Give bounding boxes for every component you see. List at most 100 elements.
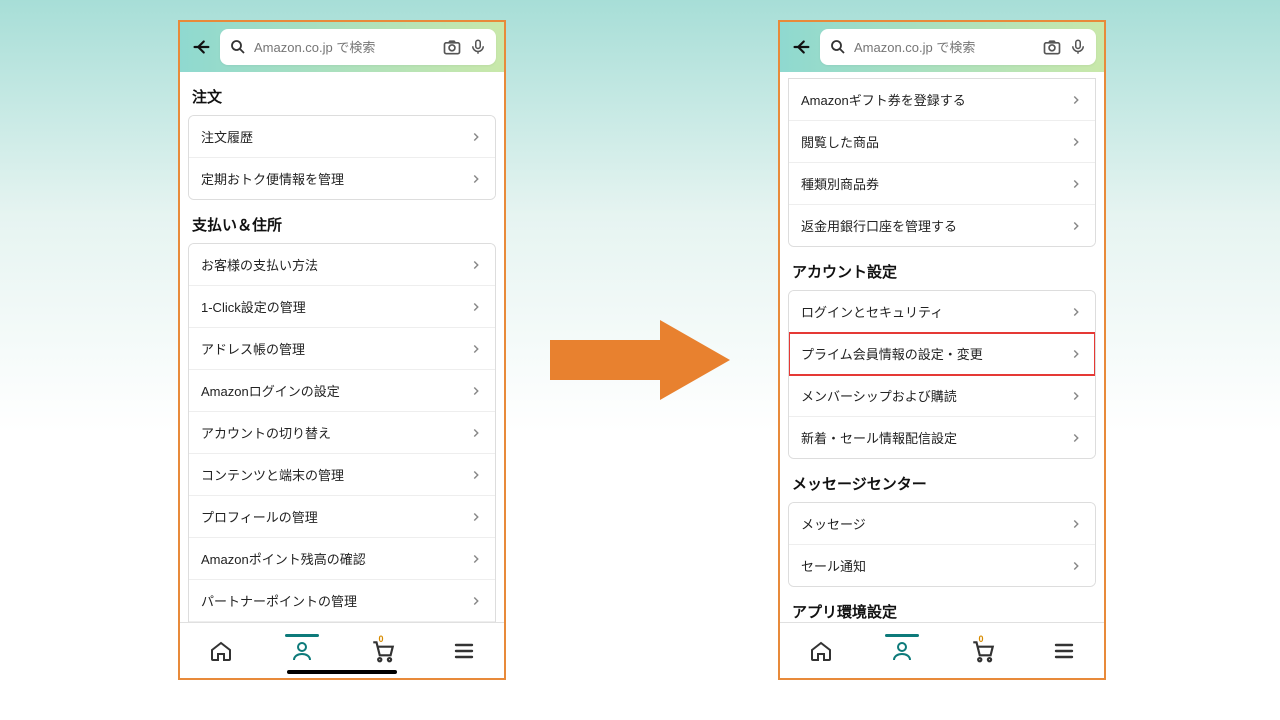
search-field[interactable] <box>820 29 1096 65</box>
home-indicator <box>287 670 397 674</box>
list-item-label: ログインとセキュリティ <box>801 302 943 321</box>
flow-arrow <box>550 320 730 400</box>
list-item-label: パートナーポイントの管理 <box>201 591 357 610</box>
list-item[interactable]: Amazonギフト券を登録する <box>789 79 1095 121</box>
bottom-nav: 0 <box>780 622 1104 678</box>
list-item[interactable]: 閲覧した商品 <box>789 121 1095 163</box>
cart-badge: 0 <box>379 634 384 644</box>
list-item[interactable]: メンバーシップおよび購読 <box>789 375 1095 417</box>
nav-menu[interactable] <box>449 636 479 666</box>
list-item-label: コンテンツと端末の管理 <box>201 465 344 484</box>
section-title: 支払い＆住所 <box>188 200 496 243</box>
chevron-right-icon <box>1069 389 1083 403</box>
chevron-right-icon <box>469 258 483 272</box>
nav-cart[interactable]: 0 <box>368 636 398 666</box>
mic-icon[interactable] <box>1068 37 1088 57</box>
list-group: メッセージセール通知 <box>788 502 1096 587</box>
chevron-right-icon <box>1069 135 1083 149</box>
search-input[interactable] <box>254 40 436 55</box>
mic-icon[interactable] <box>468 37 488 57</box>
list-item-label: お客様の支払い方法 <box>201 255 318 274</box>
list-group: Amazonギフト券を登録する閲覧した商品種類別商品券返金用銀行口座を管理する <box>788 78 1096 247</box>
phone-screen-left: 注文注文履歴定期おトク便情報を管理支払い＆住所お客様の支払い方法 1-Click設… <box>178 20 506 680</box>
list-item-label: Amazonギフト券を登録する <box>801 90 966 109</box>
chevron-right-icon <box>469 384 483 398</box>
chevron-right-icon <box>1069 431 1083 445</box>
arrow-left-icon <box>190 36 212 58</box>
content-scroll[interactable]: 注文注文履歴定期おトク便情報を管理支払い＆住所お客様の支払い方法 1-Click設… <box>180 72 504 622</box>
camera-icon[interactable] <box>1042 37 1062 57</box>
list-item-label: アドレス帳の管理 <box>201 339 305 358</box>
search-field[interactable] <box>220 29 496 65</box>
list-item-label: メンバーシップおよび購読 <box>801 386 957 405</box>
nav-account[interactable] <box>287 636 317 666</box>
list-item-label: 返金用銀行口座を管理する <box>801 216 957 235</box>
chevron-right-icon <box>469 510 483 524</box>
list-item-label: プロフィールの管理 <box>201 507 318 526</box>
list-item[interactable]: メッセージ <box>789 503 1095 545</box>
list-item-label: メッセージ <box>801 514 866 533</box>
search-icon <box>228 37 248 57</box>
chevron-right-icon <box>469 300 483 314</box>
list-item-label: Amazonポイント残高の確認 <box>201 549 366 568</box>
list-item-label: セール通知 <box>801 556 866 575</box>
list-item[interactable]: ログインとセキュリティ <box>789 291 1095 333</box>
list-group: 注文履歴定期おトク便情報を管理 <box>188 115 496 200</box>
list-item[interactable]: 定期おトク便情報を管理 <box>189 158 495 199</box>
list-item[interactable]: 新着・セール情報配信設定 <box>789 417 1095 458</box>
section-title: アプリ環境設定 <box>788 587 1096 622</box>
list-item[interactable]: コンテンツと端末の管理 <box>189 454 495 496</box>
list-item[interactable]: 返金用銀行口座を管理する <box>789 205 1095 246</box>
list-item[interactable]: プライム会員情報の設定・変更 <box>789 333 1095 375</box>
list-item[interactable]: セール通知 <box>789 545 1095 586</box>
chevron-right-icon <box>1069 559 1083 573</box>
arrow-left-icon <box>790 36 812 58</box>
list-item-label: プライム会員情報の設定・変更 <box>801 344 983 363</box>
nav-home[interactable] <box>206 636 236 666</box>
phone-screen-right: Amazonギフト券を登録する閲覧した商品種類別商品券返金用銀行口座を管理するア… <box>778 20 1106 680</box>
chevron-right-icon <box>1069 177 1083 191</box>
list-item[interactable]: 種類別商品券 <box>789 163 1095 205</box>
nav-cart[interactable]: 0 <box>968 636 998 666</box>
list-item-label: 1-Click設定の管理 <box>201 297 306 316</box>
list-item-label: 注文履歴 <box>201 127 253 146</box>
content-scroll[interactable]: Amazonギフト券を登録する閲覧した商品種類別商品券返金用銀行口座を管理するア… <box>780 72 1104 622</box>
list-item-label: 種類別商品券 <box>801 174 879 193</box>
list-item-label: 定期おトク便情報を管理 <box>201 169 344 188</box>
search-icon <box>828 37 848 57</box>
list-group: ログインとセキュリティプライム会員情報の設定・変更メンバーシップおよび購読新着・… <box>788 290 1096 459</box>
back-button[interactable] <box>788 34 814 60</box>
chevron-right-icon <box>1069 219 1083 233</box>
list-item[interactable]: パートナーポイントの管理 <box>189 580 495 622</box>
back-button[interactable] <box>188 34 214 60</box>
chevron-right-icon <box>1069 347 1083 361</box>
nav-account[interactable] <box>887 636 917 666</box>
chevron-right-icon <box>469 426 483 440</box>
list-item-label: 新着・セール情報配信設定 <box>801 428 957 447</box>
bottom-nav: 0 <box>180 622 504 678</box>
top-bar <box>780 22 1104 72</box>
top-bar <box>180 22 504 72</box>
list-item[interactable]: プロフィールの管理 <box>189 496 495 538</box>
section-title: メッセージセンター <box>788 459 1096 502</box>
nav-menu[interactable] <box>1049 636 1079 666</box>
list-item[interactable]: Amazonログインの設定 <box>189 370 495 412</box>
list-item[interactable]: アドレス帳の管理 <box>189 328 495 370</box>
section-title: アカウント設定 <box>788 247 1096 290</box>
list-group: お客様の支払い方法 1-Click設定の管理アドレス帳の管理 Amazonログインの… <box>188 243 496 622</box>
cart-badge: 0 <box>979 634 984 644</box>
chevron-right-icon <box>469 342 483 356</box>
nav-home[interactable] <box>806 636 836 666</box>
section-title: 注文 <box>188 72 496 115</box>
camera-icon[interactable] <box>442 37 462 57</box>
search-input[interactable] <box>854 40 1036 55</box>
chevron-right-icon <box>469 594 483 608</box>
list-item[interactable]: Amazonポイント残高の確認 <box>189 538 495 580</box>
list-item[interactable]: 注文履歴 <box>189 116 495 158</box>
list-item[interactable]: アカウントの切り替え <box>189 412 495 454</box>
chevron-right-icon <box>469 468 483 482</box>
chevron-right-icon <box>469 552 483 566</box>
list-item[interactable]: お客様の支払い方法 <box>189 244 495 286</box>
chevron-right-icon <box>1069 305 1083 319</box>
list-item[interactable]: 1-Click設定の管理 <box>189 286 495 328</box>
